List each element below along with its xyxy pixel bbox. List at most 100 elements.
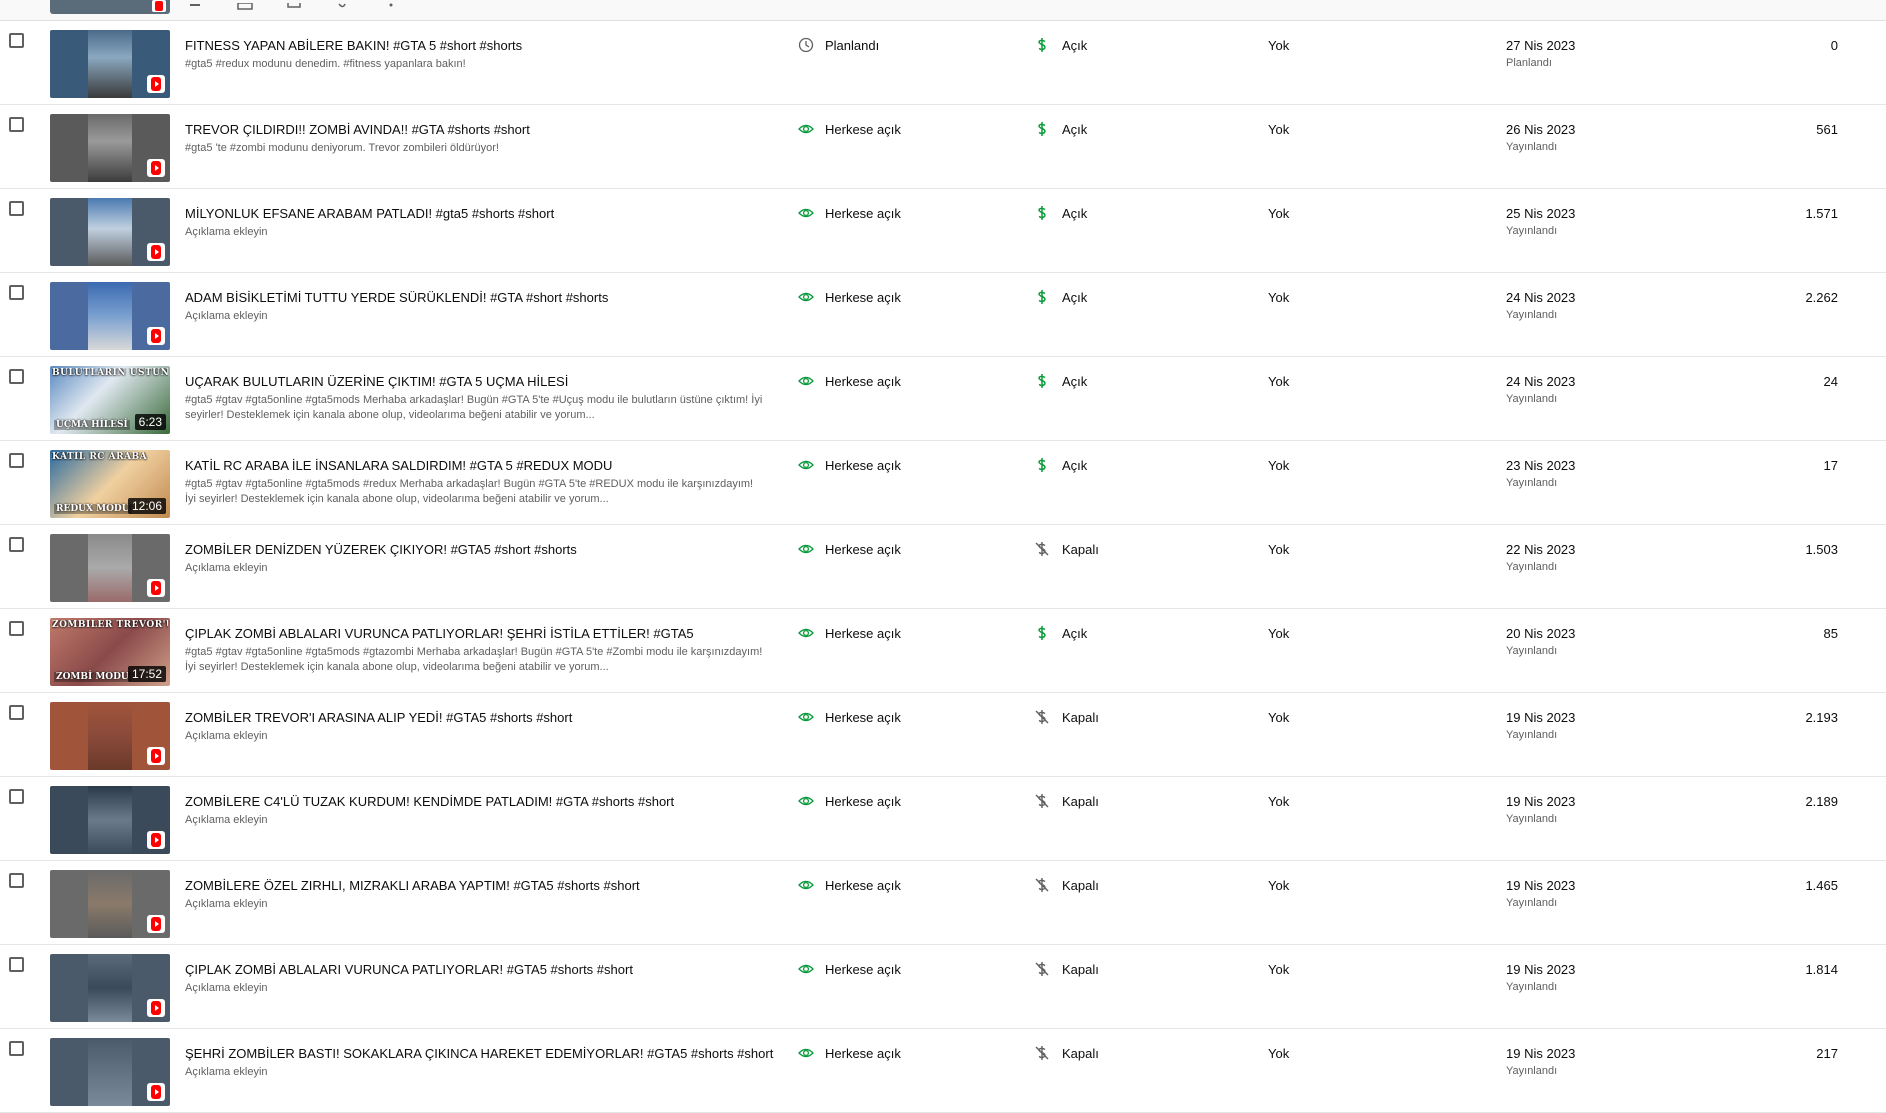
thumbnail-scene xyxy=(88,870,132,938)
row-checkbox[interactable] xyxy=(9,873,24,888)
row-checkbox[interactable] xyxy=(9,285,24,300)
video-thumbnail[interactable] xyxy=(50,0,170,14)
restrictions-value: Yok xyxy=(1268,878,1290,893)
publish-date: 26 Nis 2023 xyxy=(1506,122,1576,137)
thumbnail-scene xyxy=(88,702,132,770)
video-thumbnail[interactable] xyxy=(50,534,170,602)
dollar-off-icon xyxy=(1034,961,1050,977)
dollar-icon xyxy=(1034,457,1050,473)
video-thumbnail[interactable] xyxy=(50,282,170,350)
video-title[interactable]: ZOMBİLER DENİZDEN YÜZEREK ÇIKIYOR! #GTA5… xyxy=(185,542,577,557)
video-description: #gta5 'te #zombi modunu deniyorum. Trevo… xyxy=(185,142,499,154)
video-thumbnail[interactable] xyxy=(50,198,170,266)
eye-icon xyxy=(798,541,814,557)
thumbnail-blur-left xyxy=(50,1038,88,1106)
video-title[interactable]: ZOMBİLERE C4'LÜ TUZAK KURDUM! KENDİMDE P… xyxy=(185,794,674,809)
video-thumbnail[interactable]: KATİL RC ARABA REDUX MODU 12:06 xyxy=(50,450,170,518)
video-description: Açıklama ekleyin xyxy=(185,310,268,322)
video-title[interactable]: FITNESS YAPAN ABİLERE BAKIN! #GTA 5 #sho… xyxy=(185,38,522,53)
row-checkbox[interactable] xyxy=(9,537,24,552)
video-description: Açıklama ekleyin xyxy=(185,1066,268,1078)
video-thumbnail[interactable] xyxy=(50,30,170,98)
video-title[interactable]: TREVOR ÇILDIRDI!! ZOMBİ AVINDA!! #GTA #s… xyxy=(185,122,530,137)
row-checkbox[interactable] xyxy=(9,789,24,804)
video-title[interactable]: ÇIPLAK ZOMBİ ABLALARI VURUNCA PATLIYORLA… xyxy=(185,626,694,641)
row-checkbox[interactable] xyxy=(9,453,24,468)
thumbnail-scene xyxy=(88,954,132,1022)
edit-icon[interactable] xyxy=(188,0,206,10)
video-thumbnail[interactable] xyxy=(50,114,170,182)
row-checkbox[interactable] xyxy=(9,201,24,216)
publish-status: Yayınlandı xyxy=(1506,477,1558,489)
video-thumbnail[interactable] xyxy=(50,954,170,1022)
analytics-icon[interactable] xyxy=(236,0,254,10)
comments-icon[interactable] xyxy=(285,0,303,10)
video-title[interactable]: KATİL RC ARABA İLE İNSANLARA SALDIRDIM! … xyxy=(185,458,612,473)
view-count: 17 xyxy=(1823,458,1838,473)
video-title[interactable]: UÇARAK BULUTLARIN ÜZERİNE ÇIKTIM! #GTA 5… xyxy=(185,374,568,389)
thumbnail-overlay-label: REDUX MODU xyxy=(54,504,132,514)
video-description: #gta5 #gtav #gta5online #gta5mods #gtazo… xyxy=(185,646,763,673)
video-thumbnail[interactable] xyxy=(50,1038,170,1106)
row-checkbox[interactable] xyxy=(9,33,24,48)
video-row[interactable]: ZOMBİLERE ÖZEL ZIRHLI, MIZRAKLI ARABA YA… xyxy=(0,861,1886,945)
publish-status: Yayınlandı xyxy=(1506,981,1558,993)
video-row[interactable]: BULUTLARIN ÜSTÜNE ÇIKTIM UÇMA HİLESİ 6:23 U… xyxy=(0,357,1886,441)
video-description: Açıklama ekleyin xyxy=(185,226,268,238)
thumbnail-blur-left xyxy=(50,198,88,266)
video-title[interactable]: ŞEHRİ ZOMBİLER BASTI! SOKAKLARA ÇIKINCA … xyxy=(185,1046,773,1061)
row-checkbox[interactable] xyxy=(9,957,24,972)
video-title[interactable]: ZOMBİLERE ÖZEL ZIRHLI, MIZRAKLI ARABA YA… xyxy=(185,878,640,893)
video-description: Açıklama ekleyin xyxy=(185,562,268,574)
thumbnail-overlay-text: KATİL RC ARABA xyxy=(52,452,148,462)
shorts-icon xyxy=(147,1083,165,1101)
thumbnail-blur-left xyxy=(50,870,88,938)
video-title[interactable]: ZOMBİLER TREVOR'I ARASINA ALIP YEDİ! #GT… xyxy=(185,710,572,725)
shorts-icon xyxy=(152,0,166,12)
monetization-label: Açık xyxy=(1062,626,1088,641)
video-row[interactable]: ZOMBİLER TREVOR'U YEDİ! ZOMBİ MODU17:52 ÇI… xyxy=(0,609,1886,693)
eye-icon xyxy=(798,373,814,389)
publish-status: Yayınlandı xyxy=(1506,309,1558,321)
monetization-label: Açık xyxy=(1062,206,1088,221)
video-title[interactable]: ADAM BİSİKLETİMİ TUTTU YERDE SÜRÜKLENDİ!… xyxy=(185,290,608,305)
bulk-action-toolbar xyxy=(0,0,1886,21)
video-thumbnail[interactable] xyxy=(50,786,170,854)
thumbnail-scene xyxy=(88,534,132,602)
thumbnail-overlay-text: BULUTLARIN ÜSTÜNE ÇIKTIM xyxy=(52,368,168,378)
restrictions-value: Yok xyxy=(1268,1046,1290,1061)
video-row[interactable]: KATİL RC ARABA REDUX MODU 12:06 KATİL RC AR… xyxy=(0,441,1886,525)
shorts-icon xyxy=(147,831,165,849)
video-row[interactable]: ZOMBİLERE C4'LÜ TUZAK KURDUM! KENDİMDE P… xyxy=(0,777,1886,861)
more-options-icon[interactable] xyxy=(385,0,403,10)
video-title[interactable]: ÇIPLAK ZOMBİ ABLALARI VURUNCA PATLIYORLA… xyxy=(185,962,633,977)
video-title[interactable]: MİLYONLUK EFSANE ARABAM PATLADI! #gta5 #… xyxy=(185,206,554,221)
video-thumbnail[interactable] xyxy=(50,870,170,938)
view-count: 24 xyxy=(1823,374,1838,389)
row-checkbox[interactable] xyxy=(9,1041,24,1056)
thumbnail-scene xyxy=(88,1038,132,1106)
video-row[interactable]: ZOMBİLER DENİZDEN YÜZEREK ÇIKIYOR! #GTA5… xyxy=(0,525,1886,609)
view-count: 1.503 xyxy=(1805,542,1838,557)
row-checkbox[interactable] xyxy=(9,369,24,384)
video-description: #gta5 #gtav #gta5online #gta5mods #redux… xyxy=(185,478,754,505)
video-thumbnail[interactable]: BULUTLARIN ÜSTÜNE ÇIKTIM UÇMA HİLESİ 6:23 xyxy=(50,366,170,434)
video-row[interactable]: FITNESS YAPAN ABİLERE BAKIN! #GTA 5 #sho… xyxy=(0,21,1886,105)
row-checkbox[interactable] xyxy=(9,705,24,720)
restrictions-value: Yok xyxy=(1268,38,1290,53)
video-row[interactable]: ŞEHRİ ZOMBİLER BASTI! SOKAKLARA ÇIKINCA … xyxy=(0,1029,1886,1113)
video-row[interactable]: MİLYONLUK EFSANE ARABAM PATLADI! #gta5 #… xyxy=(0,189,1886,273)
video-row[interactable]: TREVOR ÇILDIRDI!! ZOMBİ AVINDA!! #GTA #s… xyxy=(0,105,1886,189)
video-thumbnail[interactable]: ZOMBİLER TREVOR'U YEDİ! ZOMBİ MODU17:52 xyxy=(50,618,170,686)
video-row[interactable]: ADAM BİSİKLETİMİ TUTTU YERDE SÜRÜKLENDİ!… xyxy=(0,273,1886,357)
monetization-icon[interactable] xyxy=(333,0,351,10)
row-checkbox[interactable] xyxy=(9,621,24,636)
video-row[interactable]: ZOMBİLER TREVOR'I ARASINA ALIP YEDİ! #GT… xyxy=(0,693,1886,777)
video-duration: 12:06 xyxy=(127,498,166,514)
visibility-label: Herkese açık xyxy=(825,626,901,641)
video-row[interactable]: ÇIPLAK ZOMBİ ABLALARI VURUNCA PATLIYORLA… xyxy=(0,945,1886,1029)
publish-date: 20 Nis 2023 xyxy=(1506,626,1576,641)
row-checkbox[interactable] xyxy=(9,117,24,132)
video-thumbnail[interactable] xyxy=(50,702,170,770)
view-count: 1.465 xyxy=(1805,878,1838,893)
